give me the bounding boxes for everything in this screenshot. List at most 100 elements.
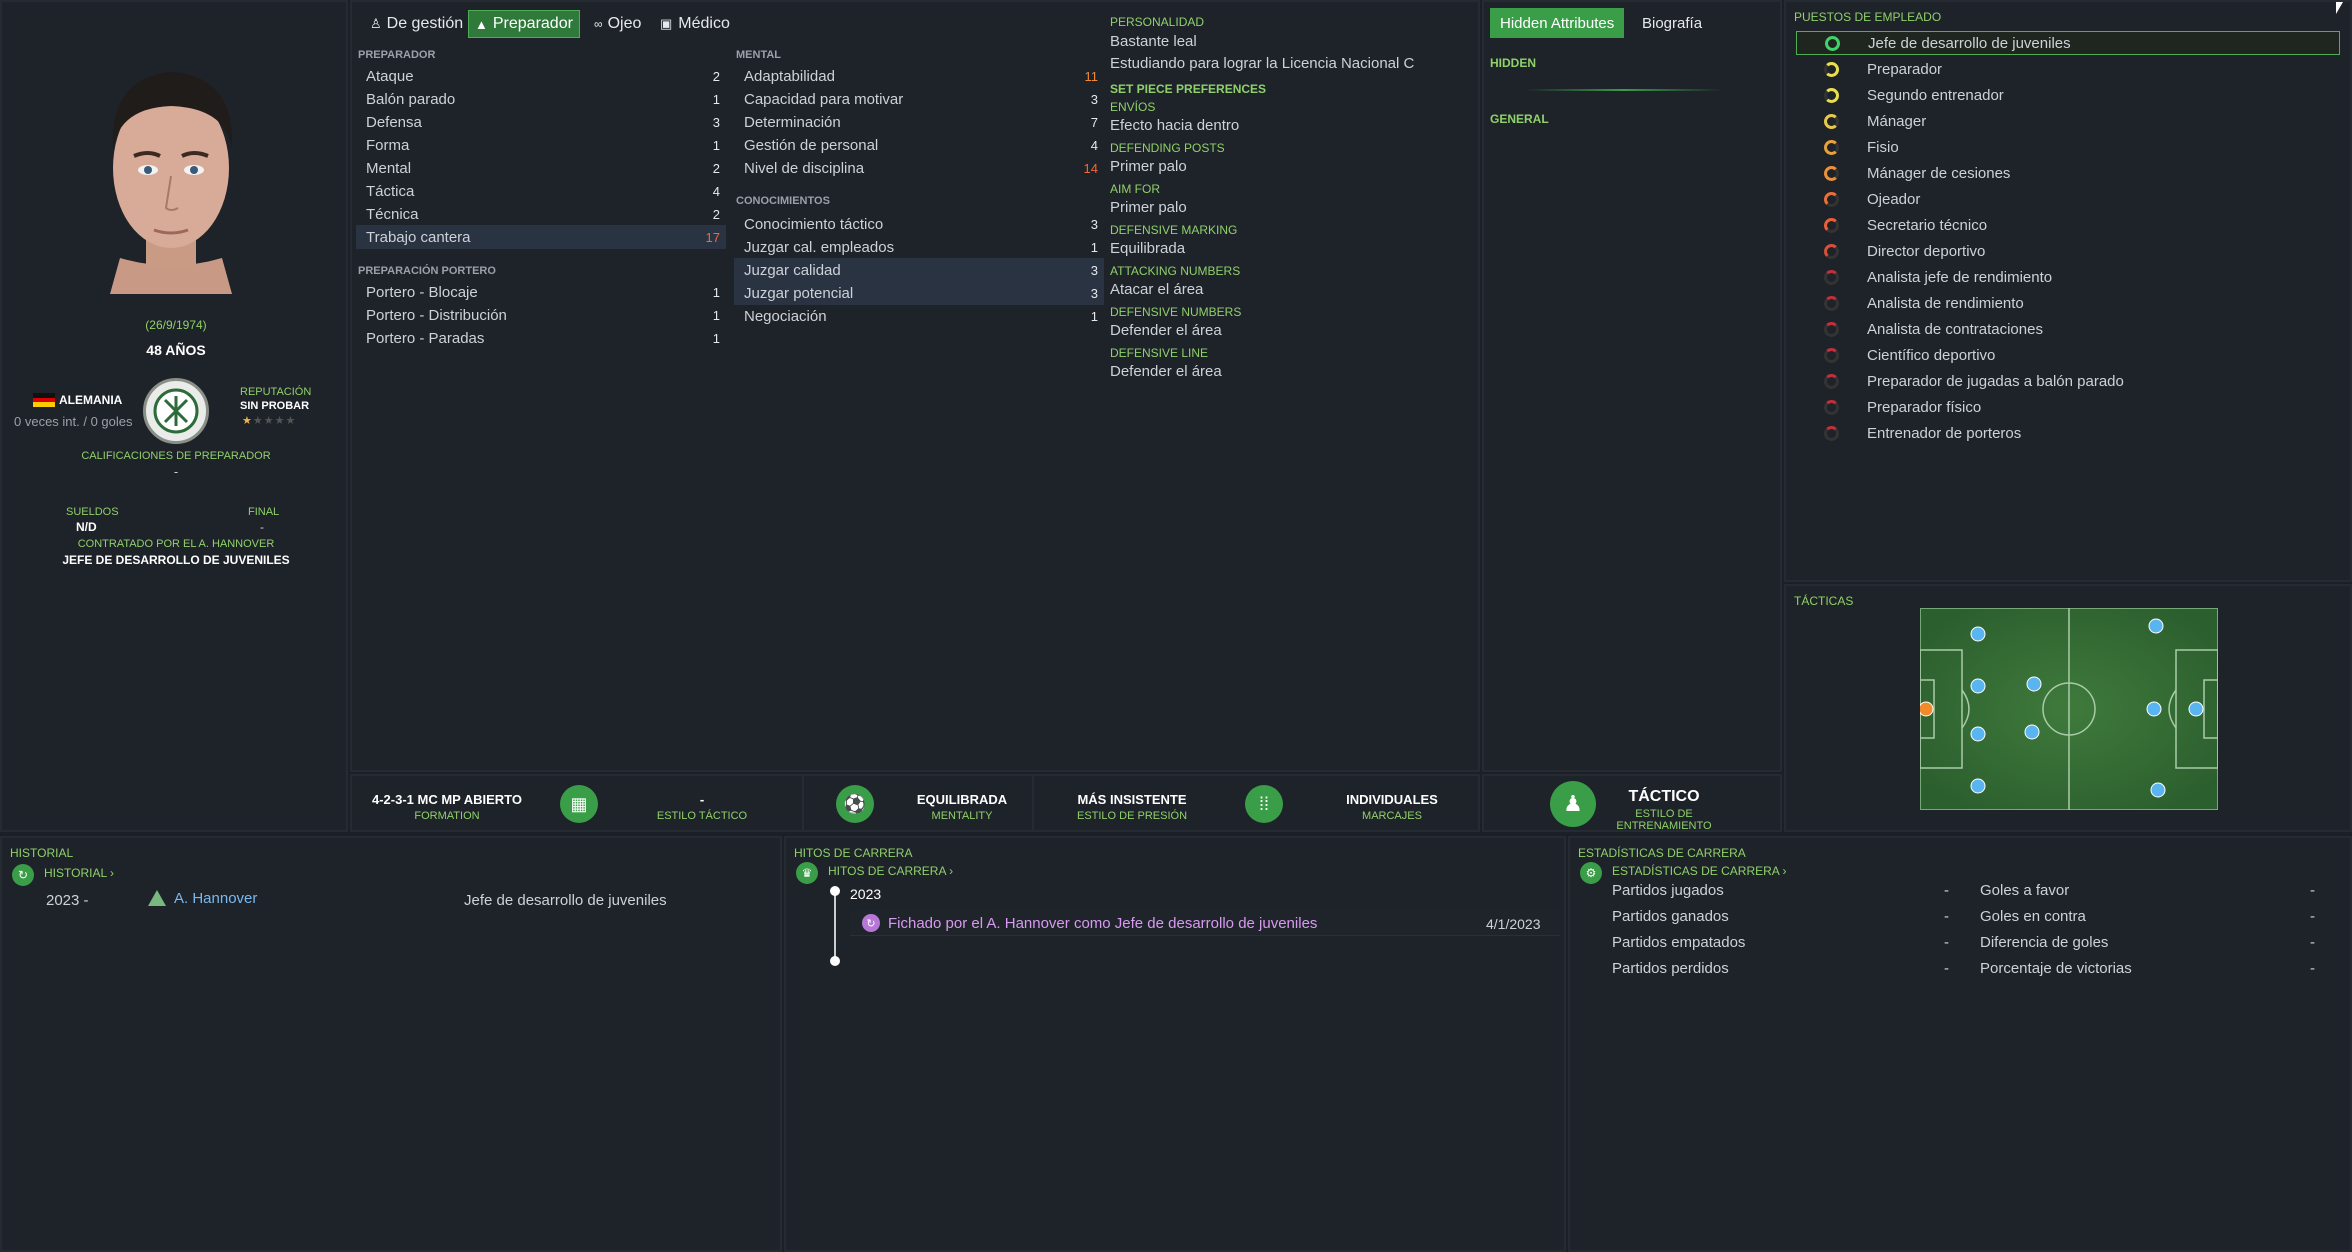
role-suitability-icon — [1824, 399, 1839, 415]
pressing-label: ESTILO DE PRESIÓN — [1076, 810, 1188, 822]
bar-divider — [1032, 776, 1034, 830]
timeline-dot — [830, 886, 840, 896]
timeline-dot — [830, 956, 840, 966]
training-value: TÁCTICO — [1628, 788, 1700, 805]
role-suitability-icon — [1824, 113, 1839, 129]
signing-icon: ↻ — [862, 914, 880, 932]
role-suitability-icon — [1824, 373, 1839, 389]
role-suitability-icon — [1824, 243, 1839, 259]
stat-value: - — [2310, 960, 2315, 977]
mouse-cursor-icon — [2336, 2, 2343, 14]
stat-value: - — [2310, 934, 2315, 951]
role-item[interactable]: Segundo entrenador — [1796, 83, 2340, 107]
milestone-event: Fichado por el A. Hannover como Jefe de … — [888, 915, 1318, 932]
pressing-item[interactable]: MÁS INSISTENTE ESTILO DE PRESIÓN — [1052, 792, 1212, 822]
history-club-link[interactable]: A. Hannover — [174, 890, 257, 907]
role-item[interactable]: Preparador de jugadas a balón parado — [1796, 369, 2340, 393]
tactical-style-item[interactable]: - ESTILO TÁCTICO — [632, 792, 772, 822]
marking-value: INDIVIDUALES — [1346, 792, 1438, 807]
stat-value: - — [2310, 908, 2315, 925]
history-icon: ↻ — [12, 864, 34, 886]
stat-value: - — [1944, 934, 1949, 951]
role-suitability-icon — [1824, 191, 1839, 207]
tactical-style-label: ESTILO TÁCTICO — [656, 810, 748, 822]
role-item[interactable]: Mánager de cesiones — [1796, 161, 2340, 185]
milestones-link[interactable]: HITOS DE CARRERA › — [828, 864, 953, 878]
formation-value: 4-2-3-1 MC MP ABIERTO — [371, 792, 522, 807]
history-title: HISTORIAL — [10, 846, 74, 860]
training-label: ESTILO DE ENTRENAMIENTO — [1616, 808, 1712, 832]
marking-item[interactable]: INDIVIDUALES MARCAJES — [1312, 792, 1472, 822]
role-item[interactable]: Mánager — [1796, 109, 2340, 133]
wages-value: N/D — [76, 520, 97, 534]
role-item[interactable]: Analista de contrataciones — [1796, 317, 2340, 341]
stat-label: Partidos perdidos — [1612, 960, 1729, 977]
timeline-line — [834, 890, 836, 960]
role-suitability-icon — [1824, 425, 1839, 441]
history-role: Jefe de desarrollo de juveniles — [464, 892, 667, 909]
stat-label: Goles a favor — [1980, 882, 2070, 899]
mentality-value: EQUILIBRADA — [916, 792, 1008, 807]
role-suitability-icon — [1824, 87, 1839, 103]
stat-value: - — [1944, 908, 1949, 925]
wages-label: SUELDOS — [66, 506, 119, 518]
role-suitability-icon — [1824, 295, 1839, 311]
tactics-title: TÁCTICAS — [1794, 594, 1854, 608]
coach-ratings-value: - — [173, 464, 179, 479]
role-suitability-icon — [1824, 139, 1839, 155]
stat-value: - — [1944, 882, 1949, 899]
stat-label: Partidos empatados — [1612, 934, 1746, 951]
stat-label: Diferencia de goles — [1980, 934, 2109, 951]
career-stats-link[interactable]: ESTADÍSTICAS DE CARRERA › — [1612, 864, 1786, 878]
roles-list: Jefe de desarrollo de juveniles Preparad… — [0, 0, 2352, 450]
role-item[interactable]: Secretario técnico — [1796, 213, 2340, 237]
role-item[interactable]: Preparador físico — [1796, 395, 2340, 419]
role-suitability-icon — [1824, 61, 1839, 77]
coach-ratings-label: CALIFICACIONES DE PREPARADOR — [81, 450, 271, 462]
milestone-date: 4/1/2023 — [1486, 916, 1541, 932]
stat-label: Partidos ganados — [1612, 908, 1729, 925]
end-label: FINAL — [248, 506, 280, 518]
pressing-icon: ⁞⁞ — [1245, 785, 1283, 823]
stat-label: Partidos jugados — [1612, 882, 1724, 899]
tactic-summary-bar: 4-2-3-1 MC MP ABIERTO FORMATION ▦ - ESTI… — [350, 774, 1480, 832]
history-panel: HISTORIAL ↻ HISTORIAL › 2023 - A. Hannov… — [0, 836, 782, 1252]
formation-icon: ▦ — [560, 785, 598, 823]
stat-label: Porcentaje de victorias — [1980, 960, 2132, 977]
role-item[interactable]: Analista jefe de rendimiento — [1796, 265, 2340, 289]
role-suitability-icon — [1824, 165, 1839, 181]
role-item[interactable]: Ojeador — [1796, 187, 2340, 211]
role-suitability-icon — [1825, 35, 1840, 51]
role-item[interactable]: Entrenador de porteros — [1796, 421, 2340, 445]
tactics-pitch[interactable] — [1918, 607, 2219, 811]
career-stats-title: ESTADÍSTICAS DE CARRERA — [1578, 846, 1746, 860]
role-suitability-icon — [1824, 269, 1839, 285]
formation-label: FORMATION — [414, 810, 480, 822]
trophy-icon: ♛ — [796, 862, 818, 884]
tactical-style-value: - — [699, 792, 705, 807]
role-item[interactable]: Preparador — [1796, 57, 2340, 81]
stat-label: Goles en contra — [1980, 908, 2086, 925]
history-year: 2023 - — [46, 892, 89, 909]
milestone-year: 2023 — [850, 886, 882, 902]
role-item[interactable]: Analista de rendimiento — [1796, 291, 2340, 315]
settings-icon: ⚙ — [1580, 862, 1602, 884]
training-style-panel[interactable]: ♟ TÁCTICO ESTILO DE ENTRENAMIENTO — [1482, 774, 1782, 832]
mentality-item[interactable]: EQUILIBRADA MENTALITY — [892, 792, 1032, 822]
history-link[interactable]: HISTORIAL › — [44, 866, 114, 880]
milestones-title: HITOS DE CARRERA — [794, 846, 913, 860]
stat-value: - — [1944, 960, 1949, 977]
contracted-label: CONTRATADO POR EL A. HANNOVER — [77, 538, 275, 550]
tactics-panel: TÁCTICAS — [1784, 584, 2352, 832]
role-item[interactable]: Jefe de desarrollo de juveniles — [1796, 31, 2340, 55]
stat-value: - — [2310, 882, 2315, 899]
role-item[interactable]: Director deportivo — [1796, 239, 2340, 263]
role-suitability-icon — [1824, 321, 1839, 337]
training-icon: ♟ — [1550, 781, 1596, 827]
role-item[interactable]: Científico deportivo — [1796, 343, 2340, 367]
role-item[interactable]: Fisio — [1796, 135, 2340, 159]
formation-item[interactable]: 4-2-3-1 MC MP ABIERTO FORMATION — [362, 792, 532, 822]
marking-label: MARCAJES — [1362, 810, 1422, 822]
mentality-icon: ⚽ — [836, 785, 874, 823]
career-stats-panel: ESTADÍSTICAS DE CARRERA ⚙ ESTADÍSTICAS D… — [1568, 836, 2352, 1252]
